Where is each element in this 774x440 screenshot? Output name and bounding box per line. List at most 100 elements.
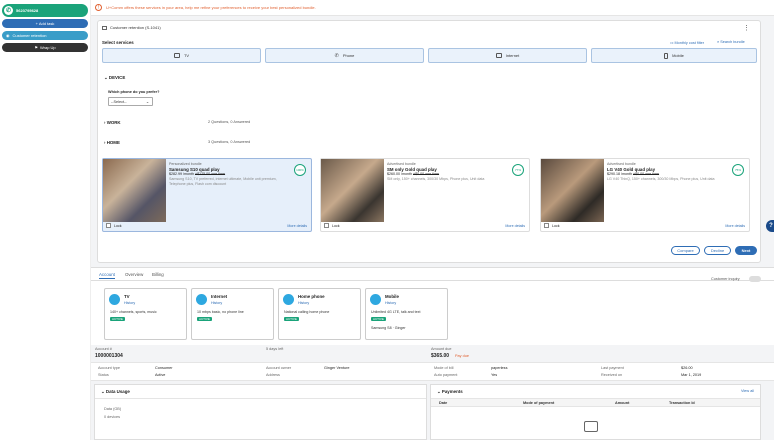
main-area: ! U+Comm offers these services in your ar… [91,0,774,440]
home-section-toggle[interactable]: › HOME [104,140,120,145]
service-mobile-label: Mobile [672,53,684,58]
data-usage-toggle[interactable]: ⌄ Data Usage [101,389,130,395]
product-card-internet[interactable]: Internet History 10 mbps basic, no phone l… [191,288,274,340]
retention-title: Customer retention (S-1041) [110,25,161,30]
service-phone[interactable]: ✆ Phone [265,48,424,63]
product-card-tv[interactable]: TV History 140+ channels, sports, music ACT… [104,288,187,340]
received-on-label: Received on [601,373,623,377]
view-all-link[interactable]: View all [741,389,754,393]
add-task-button[interactable]: + Add task [2,19,88,28]
service-internet[interactable]: Internet [428,48,587,63]
product-card-mobile[interactable]: Mobile History Unlimited 4G LTE, talk and … [365,288,448,340]
home-label: HOME [106,140,120,145]
work-label: WORK [106,120,121,125]
bundle-card[interactable]: Advertised bundle LG V40 Gold quad play $2… [540,158,750,232]
chevron-down-icon: ⌄ [101,389,105,394]
select-services-label: Select services [102,40,134,45]
lock-label: Lock [114,223,122,228]
auto-payment-label: Auto payment [434,373,458,377]
lock-label: Lock [552,223,560,228]
bundle-image [321,159,384,222]
decline-button[interactable]: Decline [704,246,731,255]
data-usage-unit: Data (GB) [104,407,122,411]
product-desc: 140+ channels, sports, music [110,310,157,314]
days-left: 5 days left [266,347,284,351]
customer-retention-button[interactable]: ◉ Customer retention [2,31,88,40]
more-menu-icon[interactable]: ⋮ [743,24,750,32]
monthly-cost-filter-link[interactable]: ⚏ Monthly cost filter [670,40,704,45]
service-tv-label: TV [183,53,190,58]
lock-label: Lock [332,223,340,228]
customer-inquiry-label: Customer inquiry [711,277,740,281]
service-tv[interactable]: TV [102,48,261,63]
status-badge: ACTIVE [110,317,125,321]
pay-due-link[interactable]: Pay due [455,354,469,358]
bundle-image [103,159,166,222]
search-bundle-link[interactable]: ⌕ Search bundle [717,40,745,44]
col-transaction-id: Transaction Id [669,401,695,405]
lock-checkbox[interactable]: Lock [106,223,122,228]
checkbox-icon [324,223,329,228]
col-mode: Mode of payment [523,401,555,405]
product-title: Mobile [385,294,399,299]
history-link[interactable]: History [211,301,222,305]
col-amount: Amount [615,401,630,405]
retention-header: Customer retention (S-1041) [102,25,161,30]
history-link[interactable]: History [298,301,309,305]
service-mobile[interactable]: Mobile [591,48,757,63]
bundle-card[interactable]: Advertised bundle SM only Gold quad play $… [320,158,530,232]
case-icon [102,25,107,30]
device-select[interactable]: --Select-- ⌄ [108,97,153,106]
tab-billing[interactable]: Billing [152,272,164,277]
customer-inquiry-toggle[interactable] [749,276,761,282]
product-title: Internet [211,294,228,299]
mobile-device-owner: Samsung S8 · Ginger [371,326,406,330]
more-details-link[interactable]: More details [725,224,745,228]
device-section-toggle[interactable]: ⌄ DEVICE [104,75,125,81]
help-icon[interactable]: ? [766,220,774,232]
lock-checkbox[interactable]: Lock [324,223,340,228]
last-payment: $26.00 [681,366,693,370]
history-link[interactable]: History [385,301,396,305]
mobile-icon [664,52,669,59]
account-owner: Ginger Venture [324,366,350,370]
address-label: Address [266,373,280,377]
more-details-link[interactable]: More details [287,224,307,228]
account-number-label: Account # [95,347,112,351]
product-title: TV [124,294,130,299]
bundle-price-old: +$0.00 one-time [632,172,660,176]
payments-table-header [431,398,760,407]
compare-button[interactable]: Compare [671,246,700,255]
payments-toggle[interactable]: ⌄ Payments [437,389,463,395]
bundle-price-now: $290.18 /month [607,172,632,176]
bundle-desc: Samsung S10, TV preferred, internet ulti… [169,177,277,186]
next-button[interactable]: Next [735,246,757,255]
phone-call-badge[interactable]: ✆ 5623795628 [2,4,88,17]
lock-checkbox[interactable]: Lock [544,223,560,228]
wrap-up-label: Wrap Up [39,45,56,50]
tab-overview[interactable]: Overview [125,272,143,277]
match-percent-badge: 77% [512,164,524,176]
payments-panel: ⌄ Payments View all Date Mode of payment… [430,384,761,440]
wifi-icon [196,294,207,305]
chevron-right-icon: › [104,140,106,145]
tv-icon [109,294,120,305]
bundle-card[interactable]: Personalized bundle Samsung S10 quad play… [102,158,312,232]
product-card-home-phone[interactable]: Home phone History National calling home p… [278,288,361,340]
history-link[interactable]: History [124,301,135,305]
bundle-price-now: $260.00 /month [387,172,412,176]
monthly-cost-filter-label: Monthly cost filter [674,41,705,45]
account-details-band [91,362,774,381]
work-section-toggle[interactable]: › WORK [104,120,121,125]
tab-account[interactable]: Account [99,272,115,279]
wrap-up-button[interactable]: ⚑ Wrap Up [2,43,88,52]
flag-icon: ⚑ [34,45,38,50]
mode-of-bill: paperless [491,366,508,370]
offer-banner: ! U+Comm offers these services in your ar… [91,0,774,16]
bundle-price-old: +$0.00 one-time [412,172,440,176]
chevron-down-icon: ⌄ [104,75,108,80]
chevron-down-icon: ⌄ [145,100,149,104]
info-icon: ! [95,4,102,11]
more-details-link[interactable]: More details [505,224,525,228]
tabs-divider [91,280,774,281]
